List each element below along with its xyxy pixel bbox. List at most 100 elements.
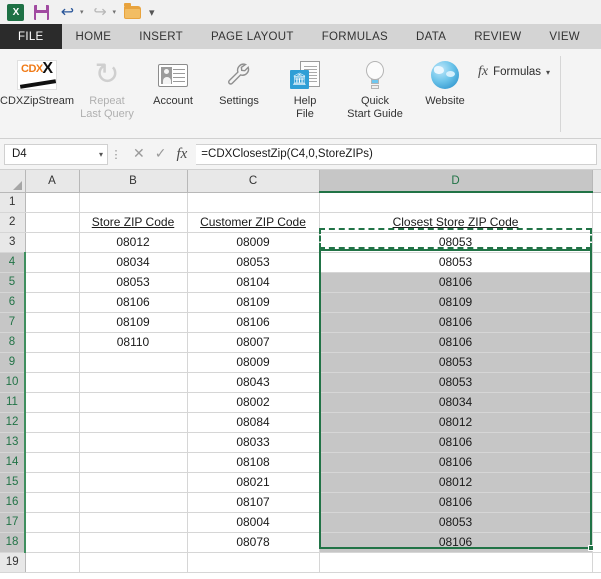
row-header-10[interactable]: 10 [0,372,26,393]
cell-a2[interactable] [25,212,80,233]
cell-a17[interactable] [25,512,80,533]
tab-file[interactable]: FILE [0,24,62,49]
cell-d16[interactable]: 08106 [319,492,593,513]
cell-a1[interactable] [25,192,80,213]
cell-a5[interactable] [25,272,80,293]
row-header-19[interactable]: 19 [0,552,26,573]
cell-a18[interactable] [25,532,80,553]
cell-e7[interactable] [592,312,601,333]
cell-a15[interactable] [25,472,80,493]
cell-e2[interactable] [592,212,601,233]
cell-c13[interactable]: 08033 [187,432,320,453]
undo-icon[interactable]: ↩ [58,3,77,22]
cell-e13[interactable] [592,432,601,453]
row-header-9[interactable]: 9 [0,352,26,373]
row-header-18[interactable]: 18 [0,532,26,553]
cell-b13[interactable] [79,432,188,453]
cell-c4[interactable]: 08053 [187,252,320,273]
cell-a11[interactable] [25,392,80,413]
cell-e15[interactable] [592,472,601,493]
cdxzipstream-button[interactable]: CDX X CDXZipStream [0,54,74,108]
cell-c15[interactable]: 08021 [187,472,320,493]
cell-a10[interactable] [25,372,80,393]
redo-dropdown-caret-icon[interactable]: ▾ [113,8,117,16]
tab-formulas[interactable]: FORMULAS [308,24,402,49]
cell-b15[interactable] [79,472,188,493]
formulas-dropdown[interactable]: fx Formulas ▾ [478,54,550,80]
cell-d10[interactable]: 08053 [319,372,593,393]
account-button[interactable]: Account [140,54,206,108]
cell-b10[interactable] [79,372,188,393]
tab-insert[interactable]: INSERT [125,24,197,49]
row-header-8[interactable]: 8 [0,332,26,353]
cell-e6[interactable] [592,292,601,313]
cell-e12[interactable] [592,412,601,433]
cell-d15[interactable]: 08012 [319,472,593,493]
cell-c16[interactable]: 08107 [187,492,320,513]
row-header-1[interactable]: 1 [0,192,26,213]
cell-b2[interactable]: Store ZIP Code [79,212,188,233]
column-header-e[interactable] [592,170,601,193]
cell-b18[interactable] [79,532,188,553]
cell-b17[interactable] [79,512,188,533]
name-box[interactable]: D4 ▾ [4,143,108,165]
cell-b3[interactable]: 08012 [79,232,188,253]
insert-function-icon[interactable]: fx [176,146,187,163]
cell-a14[interactable] [25,452,80,473]
cell-c6[interactable]: 08109 [187,292,320,313]
tab-page-layout[interactable]: PAGE LAYOUT [197,24,308,49]
cell-d4[interactable]: 08053 [319,252,593,273]
cell-b9[interactable] [79,352,188,373]
cell-e14[interactable] [592,452,601,473]
cell-d14[interactable]: 08106 [319,452,593,473]
repeat-last-query-button[interactable]: ↻ Repeat Last Query [74,54,140,121]
cell-d6[interactable]: 08109 [319,292,593,313]
cell-b4[interactable]: 08034 [79,252,188,273]
cell-a4[interactable] [25,252,80,273]
cell-c17[interactable]: 08004 [187,512,320,533]
cell-e9[interactable] [592,352,601,373]
cell-c2[interactable]: Customer ZIP Code [187,212,320,233]
cell-d11[interactable]: 08034 [319,392,593,413]
save-icon[interactable] [32,3,51,22]
cell-d17[interactable]: 08053 [319,512,593,533]
name-box-chevron-down-icon[interactable]: ▾ [99,150,103,159]
cell-b6[interactable]: 08106 [79,292,188,313]
cell-d5[interactable]: 08106 [319,272,593,293]
cell-d7[interactable]: 08106 [319,312,593,333]
cell-b19[interactable] [79,552,188,573]
cell-d18[interactable]: 08106 [319,532,593,553]
cell-c5[interactable]: 08104 [187,272,320,293]
row-header-15[interactable]: 15 [0,472,26,493]
cell-a6[interactable] [25,292,80,313]
cancel-icon[interactable]: ✕ [133,146,145,162]
cell-b11[interactable] [79,392,188,413]
cell-e1[interactable] [592,192,601,213]
row-header-4[interactable]: 4 [0,252,26,273]
cell-d2[interactable]: Closest Store ZIP Code [319,212,593,233]
column-header-b[interactable]: B [79,170,188,193]
cell-e16[interactable] [592,492,601,513]
settings-button[interactable]: Settings [206,54,272,108]
cell-d9[interactable]: 08053 [319,352,593,373]
row-header-5[interactable]: 5 [0,272,26,293]
cell-c1[interactable] [187,192,320,213]
tab-view[interactable]: VIEW [535,24,594,49]
row-header-16[interactable]: 16 [0,492,26,513]
row-header-7[interactable]: 7 [0,312,26,333]
tab-developer[interactable]: DE [594,24,601,49]
row-header-6[interactable]: 6 [0,292,26,313]
cell-a12[interactable] [25,412,80,433]
cell-a3[interactable] [25,232,80,253]
cell-e5[interactable] [592,272,601,293]
column-header-c[interactable]: C [187,170,320,193]
open-folder-icon[interactable] [123,2,142,22]
row-header-12[interactable]: 12 [0,412,26,433]
help-file-button[interactable]: 🏛 Help File [272,54,338,121]
row-header-3[interactable]: 3 [0,232,26,253]
customize-qat-icon[interactable]: ▾ [149,6,155,19]
website-button[interactable]: Website [412,54,478,108]
cell-c12[interactable]: 08084 [187,412,320,433]
cell-e10[interactable] [592,372,601,393]
cell-a9[interactable] [25,352,80,373]
